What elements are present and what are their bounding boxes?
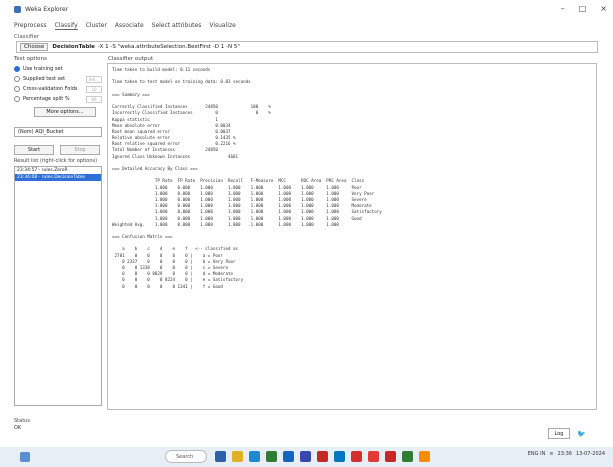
minimize-button[interactable]: –: [561, 4, 565, 13]
app-icon[interactable]: [283, 451, 294, 462]
tab-select-attributes[interactable]: Select attributes: [152, 22, 202, 30]
app-icon[interactable]: [402, 451, 413, 462]
main-tabs: Preprocess Classify Cluster Associate Se…: [14, 22, 236, 30]
weka-explorer-window: Weka Explorer – □ × Preprocess Classify …: [0, 0, 613, 467]
stop-button[interactable]: Stop: [60, 145, 100, 155]
edge-icon[interactable]: [249, 451, 260, 462]
classifier-output[interactable]: Time taken to build model: 0.11 seconds T…: [107, 63, 597, 410]
option-label: Supplied test set: [23, 76, 66, 82]
log-button[interactable]: Log: [548, 428, 570, 439]
list-item[interactable]: 23:34:57 - rules.ZeroR: [15, 167, 101, 174]
tab-cluster[interactable]: Cluster: [86, 22, 107, 30]
status-text: OK: [14, 425, 22, 431]
tab-associate[interactable]: Associate: [115, 22, 144, 30]
system-tray: ENG IN ≋ 23:36 13-07-2024: [528, 451, 605, 457]
app-icon[interactable]: [215, 451, 226, 462]
result-list[interactable]: 23:34:57 - rules.ZeroR 23:36:08 - rules.…: [14, 166, 102, 406]
tray-date[interactable]: 13-07-2024: [576, 451, 605, 457]
option-supplied-test-set[interactable]: Supplied test set Set...: [14, 74, 102, 84]
option-label: Percentage split %: [23, 96, 70, 102]
app-icon[interactable]: [317, 451, 328, 462]
result-list-label: Result list (right-click for options): [14, 158, 98, 164]
weka-bird-icon: 🐦: [577, 430, 586, 438]
weka-logo-icon: [14, 5, 21, 13]
radio-icon[interactable]: [14, 86, 20, 92]
option-cross-validation[interactable]: Cross-validation Folds 10: [14, 84, 102, 94]
start-button[interactable]: Start: [14, 145, 54, 155]
option-label: Use training set: [23, 66, 63, 72]
option-label: Cross-validation Folds: [23, 86, 78, 92]
test-options-label: Test options: [14, 56, 47, 62]
tab-preprocess[interactable]: Preprocess: [14, 22, 47, 30]
classifier-section-label: Classifier: [14, 34, 40, 40]
set-button[interactable]: Set...: [86, 75, 102, 83]
folder-icon[interactable]: [232, 451, 243, 462]
radio-icon[interactable]: [14, 66, 20, 72]
app-icon[interactable]: [368, 451, 379, 462]
radio-icon[interactable]: [14, 76, 20, 82]
close-button[interactable]: ×: [600, 4, 607, 13]
list-item[interactable]: 23:36:08 - rules.DecisionTable: [15, 174, 101, 181]
option-use-training-set[interactable]: Use training set: [14, 64, 102, 74]
app-icon[interactable]: [419, 451, 430, 462]
classifier-name: DecisionTable: [52, 44, 95, 50]
tray-lang[interactable]: ENG IN: [528, 451, 546, 457]
taskbar-apps: [215, 451, 430, 462]
option-percentage-split[interactable]: Percentage split % 66: [14, 94, 102, 104]
tab-classify[interactable]: Classify: [54, 22, 78, 30]
taskbar: Search ENG IN ≋ 23:36 13-07-2024: [0, 447, 613, 467]
tab-visualize[interactable]: Visualize: [209, 22, 235, 30]
app-icon[interactable]: [334, 451, 345, 462]
start-menu-icon[interactable]: [20, 452, 30, 462]
wifi-icon[interactable]: ≋: [549, 451, 553, 457]
percent-input[interactable]: 66: [86, 95, 102, 103]
title-bar: Weka Explorer – □ ×: [0, 0, 613, 18]
taskbar-search[interactable]: Search: [165, 450, 207, 463]
classifier-output-label: Classifier output: [108, 56, 153, 62]
status-label: Status: [14, 418, 30, 424]
app-icon[interactable]: [266, 451, 277, 462]
classifier-config[interactable]: Choose DecisionTable -X 1 -S "weka.attri…: [16, 41, 598, 53]
window-title: Weka Explorer: [25, 5, 69, 13]
tray-time[interactable]: 23:36: [558, 451, 572, 457]
more-options-button[interactable]: More options...: [34, 107, 96, 117]
maximize-button[interactable]: □: [579, 4, 587, 13]
choose-button[interactable]: Choose: [20, 43, 49, 51]
chrome-icon[interactable]: [351, 451, 362, 462]
left-panel: Test options Use training set Supplied t…: [14, 56, 102, 406]
class-select[interactable]: (Nom) AQI_Bucket: [14, 127, 102, 137]
output-line: 0 0 0 0 0 1341 | f = Good: [112, 283, 223, 289]
app-icon[interactable]: [385, 451, 396, 462]
folds-input[interactable]: 10: [86, 85, 102, 93]
app-icon[interactable]: [300, 451, 311, 462]
classifier-options: -X 1 -S "weka.attributeSelection.BestFir…: [97, 44, 240, 50]
radio-icon[interactable]: [14, 96, 20, 102]
